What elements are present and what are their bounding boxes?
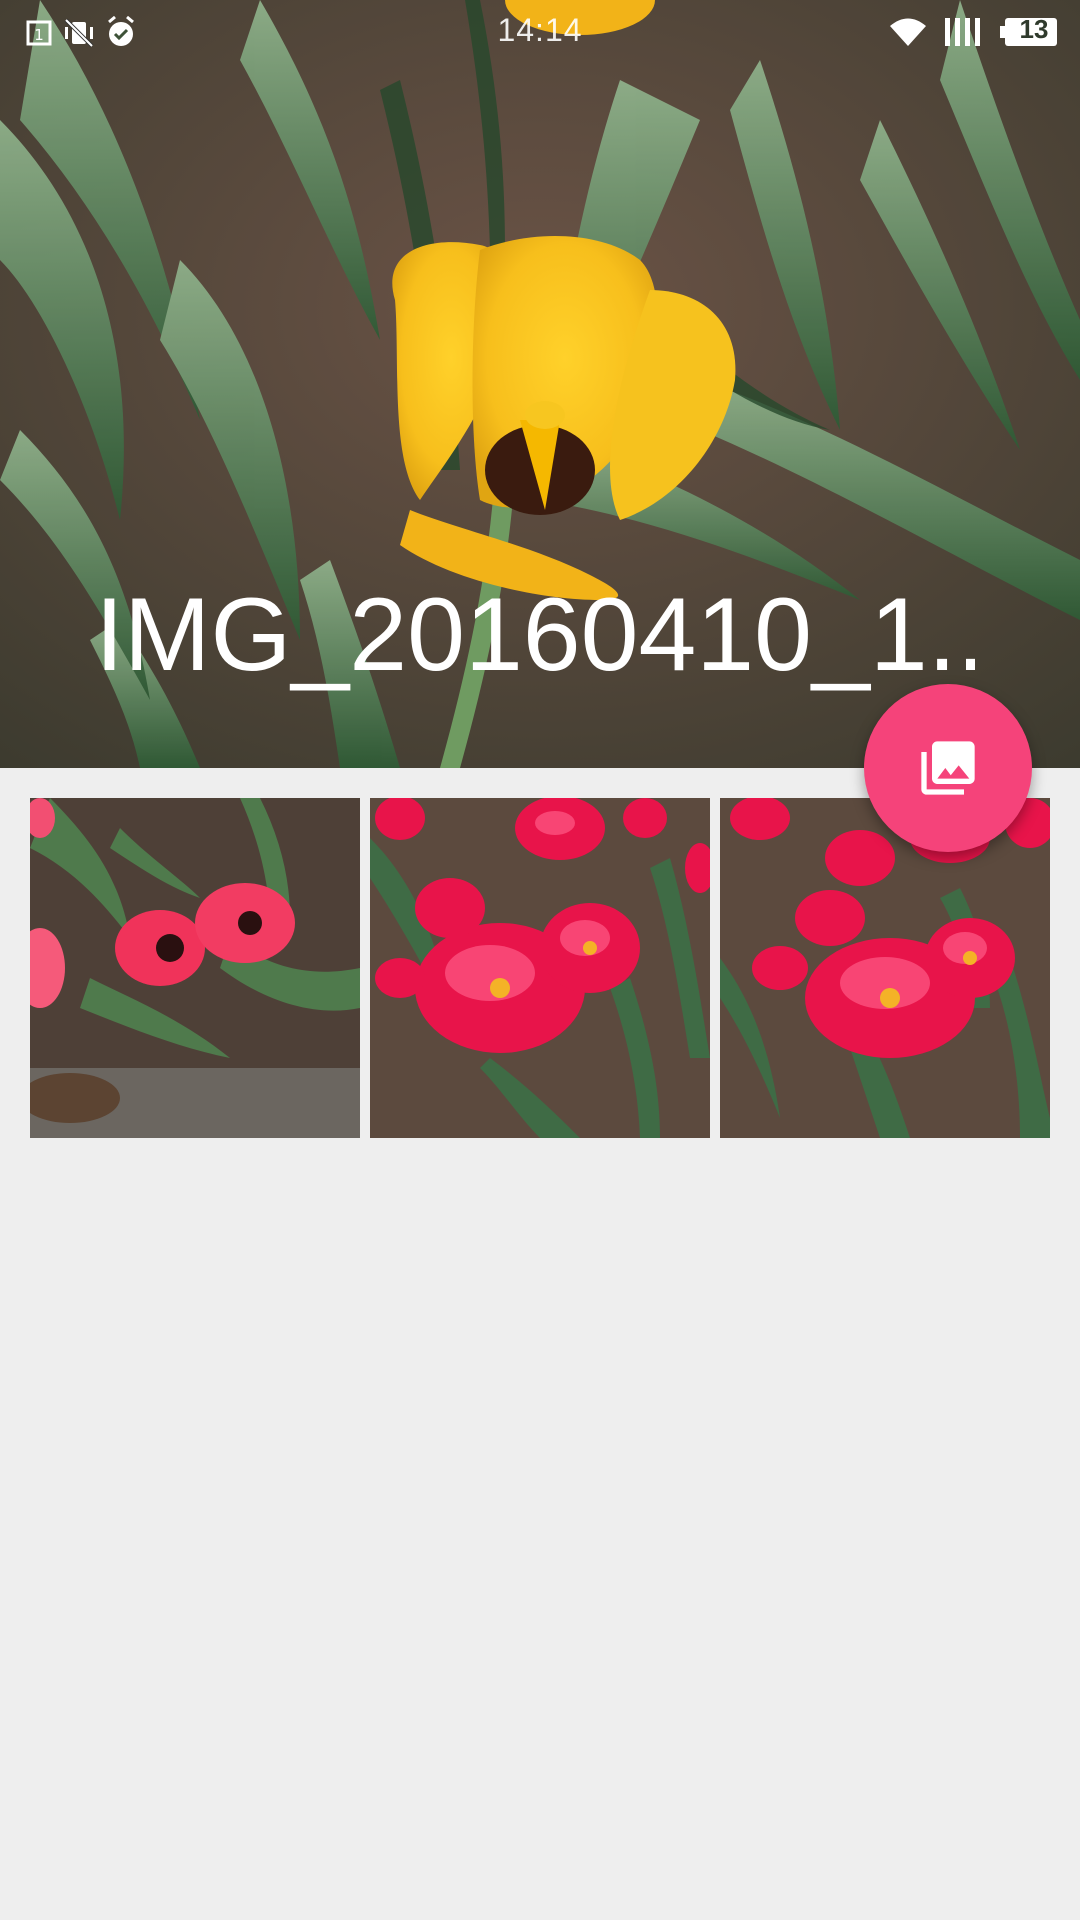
- header-photo-area: 1 14:14 13 IMG_20160410_1...: [0, 0, 1080, 768]
- photo-library-icon: [921, 741, 975, 795]
- thumbnail-image: [30, 798, 360, 1138]
- thumbnail-image: [720, 798, 1050, 1138]
- thumbnail-3[interactable]: [720, 798, 1050, 1138]
- wifi-icon: [890, 18, 926, 46]
- thumbnail-1[interactable]: [30, 798, 360, 1138]
- photo-library-button[interactable]: [864, 684, 1032, 852]
- photo-title: IMG_20160410_1...: [95, 577, 975, 693]
- battery-level: 13: [1019, 14, 1049, 44]
- thumbnail-2[interactable]: [370, 798, 710, 1138]
- signal-icon: [945, 18, 980, 46]
- status-bar: 1 14:14 13: [0, 0, 1080, 66]
- thumbnail-image: [370, 798, 710, 1138]
